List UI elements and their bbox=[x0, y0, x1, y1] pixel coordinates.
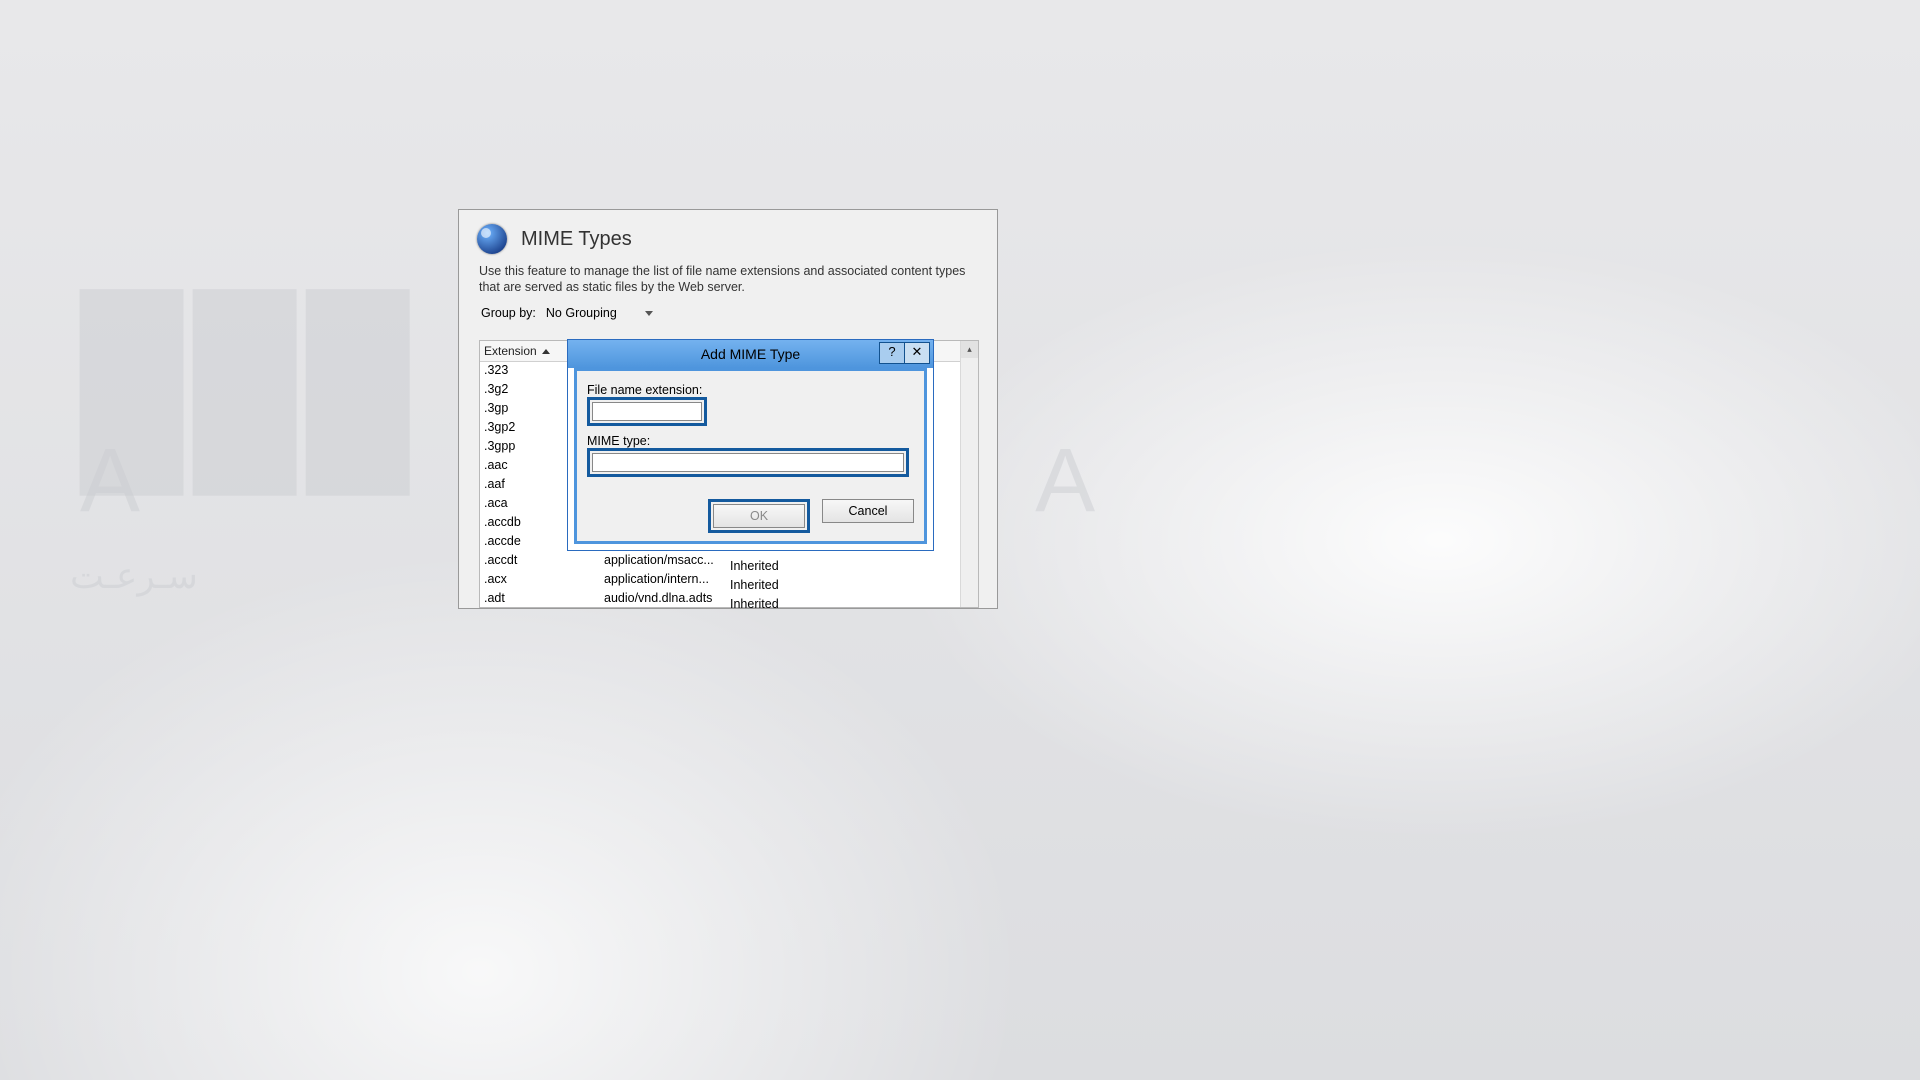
help-button[interactable]: ? bbox=[879, 342, 905, 364]
watermark-blocks: ▮▮▮ bbox=[60, 220, 399, 522]
chevron-down-icon bbox=[645, 311, 653, 316]
page-description: Use this feature to manage the list of f… bbox=[459, 260, 997, 305]
ok-button[interactable]: OK bbox=[713, 504, 805, 528]
close-button[interactable]: ✕ bbox=[904, 342, 930, 364]
scroll-up-icon[interactable]: ▴ bbox=[961, 341, 978, 358]
file-extension-input[interactable] bbox=[592, 402, 702, 421]
sort-asc-icon bbox=[542, 349, 550, 354]
page-title: MIME Types bbox=[521, 228, 632, 251]
highlight-box bbox=[587, 397, 707, 426]
table-row[interactable]: .adtaudio/vnd.dlna.adtsInherited bbox=[480, 589, 961, 608]
dialog-titlebar[interactable]: Add MIME Type ? ✕ bbox=[568, 340, 933, 368]
mime-type-label: MIME type: bbox=[587, 434, 914, 448]
mime-types-pane: MIME Types Use this feature to manage th… bbox=[458, 209, 998, 609]
cancel-button[interactable]: Cancel bbox=[822, 499, 914, 523]
groupby-label: Group by: bbox=[481, 306, 536, 320]
table-row[interactable]: .accdtapplication/msacc...Inherited bbox=[480, 551, 961, 570]
dialog-body: File name extension: MIME type: OK Cance… bbox=[574, 368, 927, 544]
watermark-arabic: سـرعـت bbox=[70, 555, 198, 597]
highlight-box bbox=[587, 448, 909, 477]
scrollbar[interactable]: ▴ bbox=[960, 341, 978, 607]
column-extension-label: Extension bbox=[484, 344, 537, 358]
globe-icon bbox=[477, 224, 507, 254]
table-row[interactable]: .acxapplication/intern...Inherited bbox=[480, 570, 961, 589]
highlight-box: OK bbox=[708, 499, 810, 533]
add-mime-type-dialog: Add MIME Type ? ✕ File name extension: M… bbox=[567, 339, 934, 551]
mime-type-input[interactable] bbox=[592, 453, 904, 472]
file-extension-label: File name extension: bbox=[587, 383, 914, 397]
groupby-value: No Grouping bbox=[546, 306, 617, 320]
groupby-select[interactable]: No Grouping bbox=[542, 305, 657, 321]
